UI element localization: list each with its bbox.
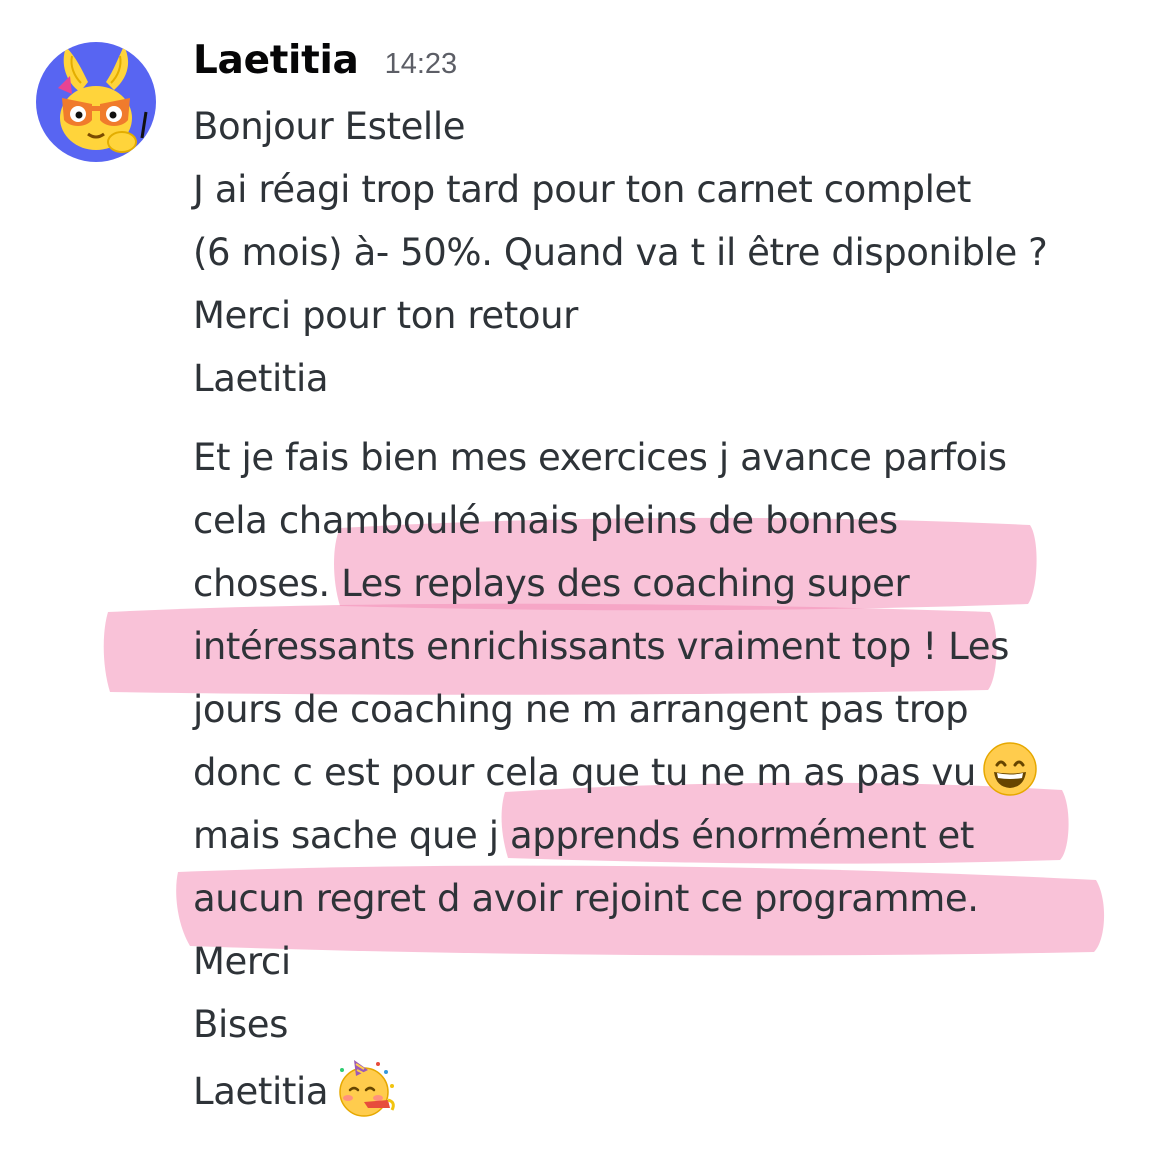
- partying-face-emoji-icon[interactable]: [334, 1056, 398, 1120]
- message-header: Laetitia 14:23: [193, 38, 457, 94]
- message-line: cela chamboulé mais pleins de bonnes: [193, 499, 898, 542]
- message-timestamp[interactable]: 14:23: [385, 48, 458, 81]
- message-line: Merci: [193, 940, 291, 983]
- bunny-avatar-icon: [36, 42, 156, 162]
- message-line-with-emoji: donc c est pour cela que tu ne m as pas …: [193, 741, 1153, 804]
- message-line-text: Laetitia: [193, 1070, 329, 1113]
- message-line: mais sache que j apprends énormément et: [193, 814, 975, 857]
- message-line: Merci pour ton retour: [193, 294, 578, 337]
- message-line: (6 mois) à- 50%. Quand va t il être disp…: [193, 231, 1048, 274]
- message-content[interactable]: Bonjour Estelle J ai réagi trop tard pou…: [193, 95, 1153, 1119]
- message-line: aucun regret d avoir rejoint ce programm…: [193, 877, 979, 920]
- message-line: choses. Les replays des coaching super: [193, 562, 910, 605]
- message-line: Laetitia: [193, 357, 329, 400]
- message-line-text: donc c est pour cela que tu ne m as pas …: [193, 751, 976, 794]
- avatar[interactable]: [36, 42, 156, 162]
- message-line-with-emoji: Laetitia: [193, 1056, 1153, 1119]
- message-line: Bises: [193, 1003, 288, 1046]
- author-name[interactable]: Laetitia: [193, 38, 359, 83]
- message-line: intéressants enrichissants vraiment top …: [193, 625, 1009, 668]
- grinning-face-emoji-icon[interactable]: [982, 741, 1038, 797]
- message-line: jours de coaching ne m arrangent pas tro…: [193, 688, 969, 731]
- message-line: J ai réagi trop tard pour ton carnet com…: [193, 168, 971, 211]
- message-line: Et je fais bien mes exercices j avance p…: [193, 436, 1007, 479]
- message-line: Bonjour Estelle: [193, 105, 466, 148]
